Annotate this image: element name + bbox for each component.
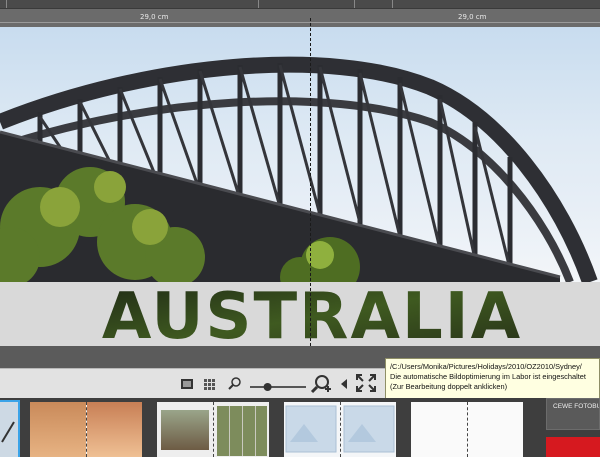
zoom-in-icon[interactable] xyxy=(310,374,332,399)
ruler-right-label: 29,0 cm xyxy=(458,13,487,21)
title-text-svg: AUSTRALIA xyxy=(102,280,522,354)
tooltip-edit-hint: (Zur Bearbeitung doppelt anklicken) xyxy=(390,382,508,392)
page-ruler: 29,0 cm 29,0 cm xyxy=(0,9,600,27)
bridge-photo[interactable] xyxy=(0,27,600,282)
bridge-illustration xyxy=(0,56,598,282)
ruler-line xyxy=(0,22,600,23)
top-marker xyxy=(392,0,393,8)
ruler-left-label: 29,0 cm xyxy=(140,13,169,21)
image-tooltip: /C:/Users/Monika/Pictures/Holidays/2010/… xyxy=(385,358,600,400)
top-marker xyxy=(6,0,7,8)
page-thumbnail[interactable] xyxy=(157,402,269,457)
top-marker xyxy=(354,0,355,8)
order-button[interactable] xyxy=(546,437,600,457)
top-marker xyxy=(258,0,259,8)
page-fold-line xyxy=(310,18,311,346)
zoom-slider[interactable] xyxy=(248,379,308,397)
top-strip xyxy=(0,0,600,9)
page-filmstrip xyxy=(0,398,600,457)
tooltip-optimization-note: Die automatische Bildoptimierung im Labo… xyxy=(390,372,586,382)
grid-view-icon[interactable] xyxy=(203,377,217,395)
title-text: AUSTRALIA xyxy=(102,282,522,346)
cewe-fotobuch-button[interactable]: CEWE FOTOBUCH xyxy=(546,398,600,430)
page-thumbnail[interactable] xyxy=(30,402,142,457)
fullscreen-icon[interactable] xyxy=(356,374,376,397)
page-thumbnail[interactable] xyxy=(284,402,396,457)
page-thumbnail-selected[interactable] xyxy=(0,400,20,457)
page-thumbnail[interactable] xyxy=(411,402,523,457)
tooltip-path: /C:/Users/Monika/Pictures/Holidays/2010/… xyxy=(390,362,582,371)
page-title[interactable]: AUSTRALIA xyxy=(0,280,600,354)
single-page-view-icon[interactable] xyxy=(180,377,194,395)
zoom-out-icon[interactable] xyxy=(228,377,242,396)
prev-icon[interactable] xyxy=(340,377,348,395)
